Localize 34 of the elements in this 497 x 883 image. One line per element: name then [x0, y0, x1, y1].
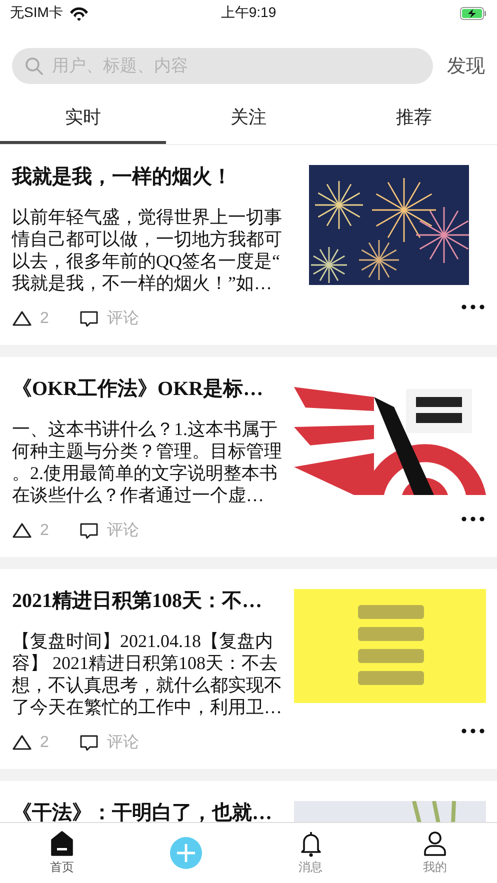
post-card[interactable]: 我就是我，一样的烟火！ 以前年轻气盛，觉得世界上一切事情自己都可以做，一切地方我都可以去，很多年前的QQ签名一度是“我就是我，不一样的烟火！”如… 2 评论 — [0, 145, 497, 345]
tab-bar-item[interactable]: 我的 — [372, 823, 497, 883]
comment-icon[interactable] — [78, 734, 99, 752]
battery-icon — [460, 6, 487, 20]
like-icon[interactable] — [12, 310, 32, 327]
post-title: 《OKR工作法》OKR是标… — [12, 377, 264, 402]
comment-icon[interactable] — [78, 310, 99, 328]
more-icon[interactable] — [461, 304, 485, 310]
post-title: 《干法》：干明白了，也就… — [12, 801, 273, 822]
feed-tab[interactable]: 关注 — [166, 92, 332, 144]
post-card[interactable]: 《OKR工作法》OKR是标… 一、这本书讲什么？1.这本书属于何种主题与分类？管理。目标管理。2.使用最简单的文字说明整本书在谈些什么？作者通过一个虚… 2 评论 — [0, 357, 497, 557]
like-count: 2 — [40, 734, 49, 752]
more-icon[interactable] — [461, 728, 485, 734]
wifi-icon — [68, 6, 89, 20]
post-card[interactable]: 2021精进日积第108天：不… 【复盘时间】2021.04.18【复盘内容】 2021精进日积第108天：不去想，不认真思考，就什么都实现不了今天在繁忙的工作中，利用卫… 2 评论 — [0, 569, 497, 769]
like-count: 2 — [40, 310, 49, 328]
comment-icon[interactable] — [78, 522, 99, 540]
carrier-text: 无SIM卡 — [10, 4, 63, 22]
tab-bar-item[interactable]: 消息 — [248, 823, 373, 883]
like-icon[interactable] — [12, 734, 32, 751]
post-excerpt: 一、这本书讲什么？1.这本书属于何种主题与分类？管理。目标管理。2.使用最简单的文字说明整本书在谈些什么？作者通过一个虚… — [12, 418, 283, 506]
tab-bar-item[interactable]: 首页 — [0, 823, 124, 883]
time-text: 上午9:19 — [220, 4, 276, 22]
post-excerpt: 以前年轻气盛，觉得世界上一切事情自己都可以做，一切地方我都可以去，很多年前的QQ签名一度是“我就是我，不一样的烟火！”如… — [12, 206, 283, 294]
search-icon — [25, 57, 43, 75]
discover-link[interactable]: 发现 — [447, 53, 485, 79]
more-icon[interactable] — [461, 516, 485, 522]
post-card[interactable]: 《干法》：干明白了，也就… — [0, 781, 497, 822]
like-icon[interactable] — [12, 522, 32, 539]
post-excerpt: 【复盘时间】2021.04.18【复盘内容】 2021精进日积第108天：不去想，不认真思考，就什么都实现不了今天在繁忙的工作中，利用卫… — [12, 630, 283, 718]
post-title: 我就是我，一样的烟火！ — [12, 165, 233, 190]
feed-tab[interactable]: 推荐 — [331, 92, 497, 144]
like-count: 2 — [40, 522, 49, 540]
post-title: 2021精进日积第108天：不… — [12, 589, 263, 614]
